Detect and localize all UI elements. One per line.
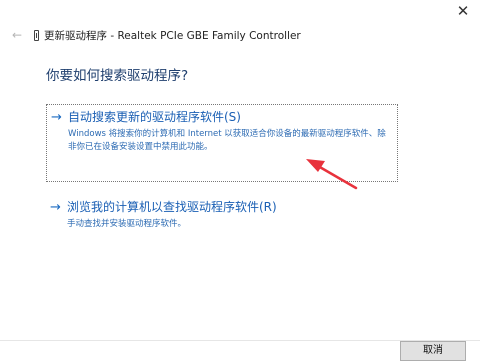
cancel-button[interactable]: 取消 bbox=[400, 341, 466, 361]
arrow-right-icon: → bbox=[51, 110, 62, 125]
arrow-right-icon: → bbox=[50, 200, 61, 215]
dialog-title: 更新驱动程序 - Realtek PCIe GBE Family Control… bbox=[44, 29, 301, 42]
update-driver-dialog: ✕ ← 更新驱动程序 - Realtek PCIe GBE Family Con… bbox=[0, 0, 480, 363]
auto-search-description: Windows 将搜索你的计算机和 Internet 以获取适合你设备的最新驱动… bbox=[68, 129, 386, 152]
browse-computer-description: 手动查找并安装驱动程序软件。 bbox=[67, 219, 187, 229]
close-icon: ✕ bbox=[456, 2, 470, 20]
browse-computer-title[interactable]: 浏览我的计算机以查找驱动程序软件(R) bbox=[67, 200, 277, 215]
auto-search-title[interactable]: 自动搜索更新的驱动程序软件(S) bbox=[68, 110, 241, 125]
close-button[interactable]: ✕ bbox=[452, 2, 474, 20]
dialog-titlebar: ← 更新驱动程序 - Realtek PCIe GBE Family Contr… bbox=[12, 27, 301, 43]
page-heading: 你要如何搜索驱动程序? bbox=[46, 68, 189, 84]
back-arrow-icon[interactable]: ← bbox=[12, 27, 26, 43]
auto-search-option[interactable]: → 自动搜索更新的驱动程序软件(S) Windows 将搜索你的计算机和 Int… bbox=[46, 104, 398, 182]
browse-computer-option[interactable]: → 浏览我的计算机以查找驱动程序软件(R) 手动查找并安装驱动程序软件。 bbox=[46, 196, 398, 231]
network-adapter-icon bbox=[34, 29, 39, 41]
